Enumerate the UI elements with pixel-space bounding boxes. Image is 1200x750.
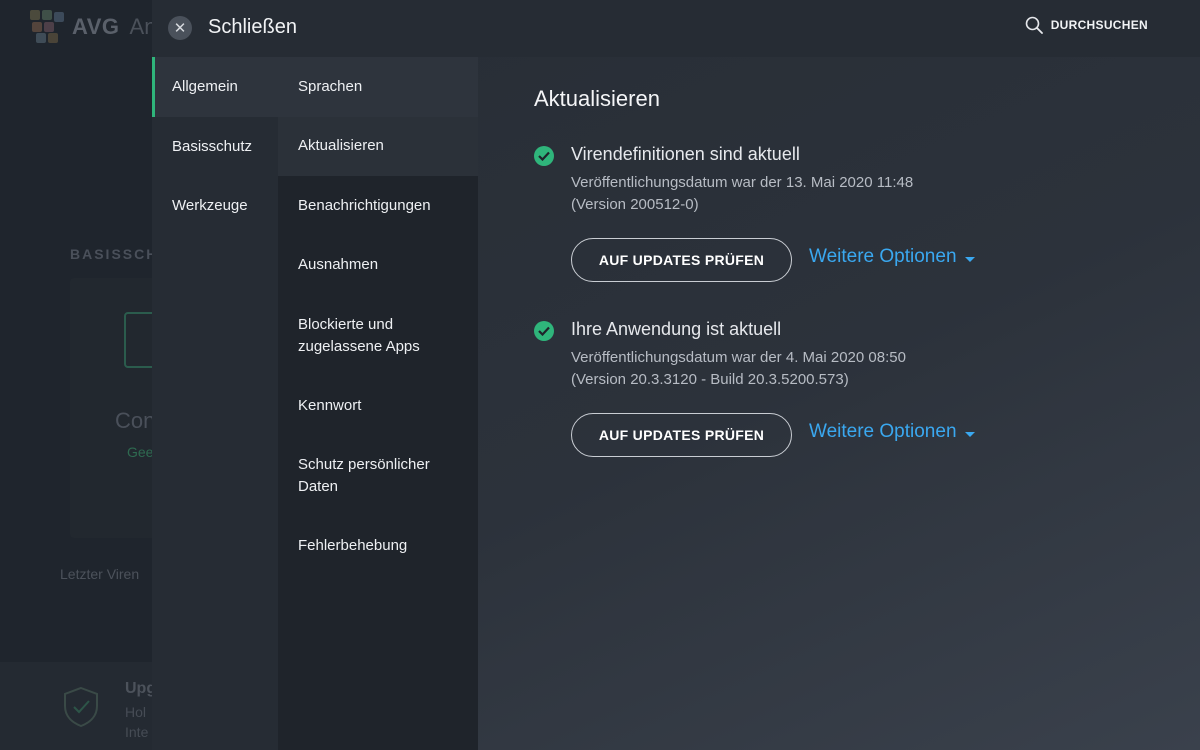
check-updates-button[interactable]: AUF UPDATES PRÜFEN <box>571 413 792 457</box>
release-date: Veröffentlichungsdatum war der 4. Mai 20… <box>571 349 906 366</box>
nav-item-allgemein[interactable]: Allgemein <box>152 57 278 117</box>
avg-logo-icon <box>30 10 66 44</box>
background-card-subtitle: Gee <box>127 444 154 460</box>
more-options-link[interactable]: Weitere Optionen <box>809 246 975 268</box>
subnav-item-fehlerbehebung[interactable]: Fehlerbehebung <box>278 517 478 577</box>
content-area: Aktualisieren Virendefinitionen sind akt… <box>534 86 1154 457</box>
version-info: (Version 200512-0) <box>571 196 699 213</box>
subnav-item-label: Blockierte und zugelassene Apps <box>298 315 420 355</box>
update-block-application: Ihre Anwendung ist aktuell Veröffentlich… <box>534 319 1154 459</box>
close-icon: ✕ <box>173 19 187 37</box>
status-title: Ihre Anwendung ist aktuell <box>571 319 782 339</box>
subnav-item-label: Schutz persönlicher Daten <box>298 456 430 495</box>
logo-text: AVG <box>72 14 120 39</box>
version-info: (Version 20.3.3120 - Build 20.3.5200.573… <box>571 371 849 388</box>
subnav-item-kennwort[interactable]: Kennwort <box>278 376 478 436</box>
settings-panel: ✕ Schließen DURCHSUCHEN Allgemein Basiss… <box>152 0 1200 750</box>
subnav-item-blockierte-apps[interactable]: Blockierte und zugelassene Apps <box>278 295 478 376</box>
subnav-item-sprachen[interactable]: Sprachen <box>278 57 478 117</box>
shield-icon <box>64 686 98 728</box>
nav-item-basisschutz[interactable]: Basisschutz <box>152 117 278 177</box>
more-options-label: Weitere Optionen <box>809 246 957 267</box>
subnav-item-benachrichtigungen[interactable]: Benachrichtigungen <box>278 176 478 236</box>
more-options-label: Weitere Optionen <box>809 421 957 442</box>
background-footer-line1: Hol <box>125 704 147 720</box>
check-updates-button[interactable]: AUF UPDATES PRÜFEN <box>571 238 792 282</box>
close-label[interactable]: Schließen <box>208 16 297 39</box>
background-section-label: BASISSCH <box>70 246 159 262</box>
search-button[interactable]: DURCHSUCHEN <box>1025 16 1148 34</box>
page-title: Aktualisieren <box>534 86 660 111</box>
chevron-down-icon <box>964 431 975 437</box>
status-title: Virendefinitionen sind aktuell <box>571 144 800 164</box>
subnav-item-schutz-daten[interactable]: Schutz persönlicher Daten <box>278 436 478 517</box>
update-block-definitions: Virendefinitionen sind aktuell Veröffent… <box>534 144 1154 284</box>
check-icon <box>534 146 554 166</box>
background-card-title: Con <box>115 408 156 433</box>
more-options-link[interactable]: Weitere Optionen <box>809 421 975 443</box>
search-label: DURCHSUCHEN <box>1050 18 1148 32</box>
secondary-nav: Sprachen Aktualisieren Benachrichtigunge… <box>278 57 478 750</box>
background-footer-line2: Inte <box>125 724 149 740</box>
background-last-scan: Letzter Viren <box>60 566 140 582</box>
primary-nav: Allgemein Basisschutz Werkzeuge <box>152 57 278 750</box>
subnav-item-ausnahmen[interactable]: Ausnahmen <box>278 236 478 296</box>
app-logo: AVG An <box>30 10 156 44</box>
subnav-item-aktualisieren[interactable]: Aktualisieren <box>278 116 478 176</box>
search-icon <box>1025 16 1043 34</box>
close-button[interactable]: ✕ <box>168 16 192 40</box>
nav-item-werkzeuge[interactable]: Werkzeuge <box>152 176 278 236</box>
check-icon <box>534 321 554 341</box>
release-date: Veröffentlichungsdatum war der 13. Mai 2… <box>571 174 914 191</box>
chevron-down-icon <box>964 256 975 262</box>
settings-header: ✕ Schließen DURCHSUCHEN <box>152 0 1200 57</box>
